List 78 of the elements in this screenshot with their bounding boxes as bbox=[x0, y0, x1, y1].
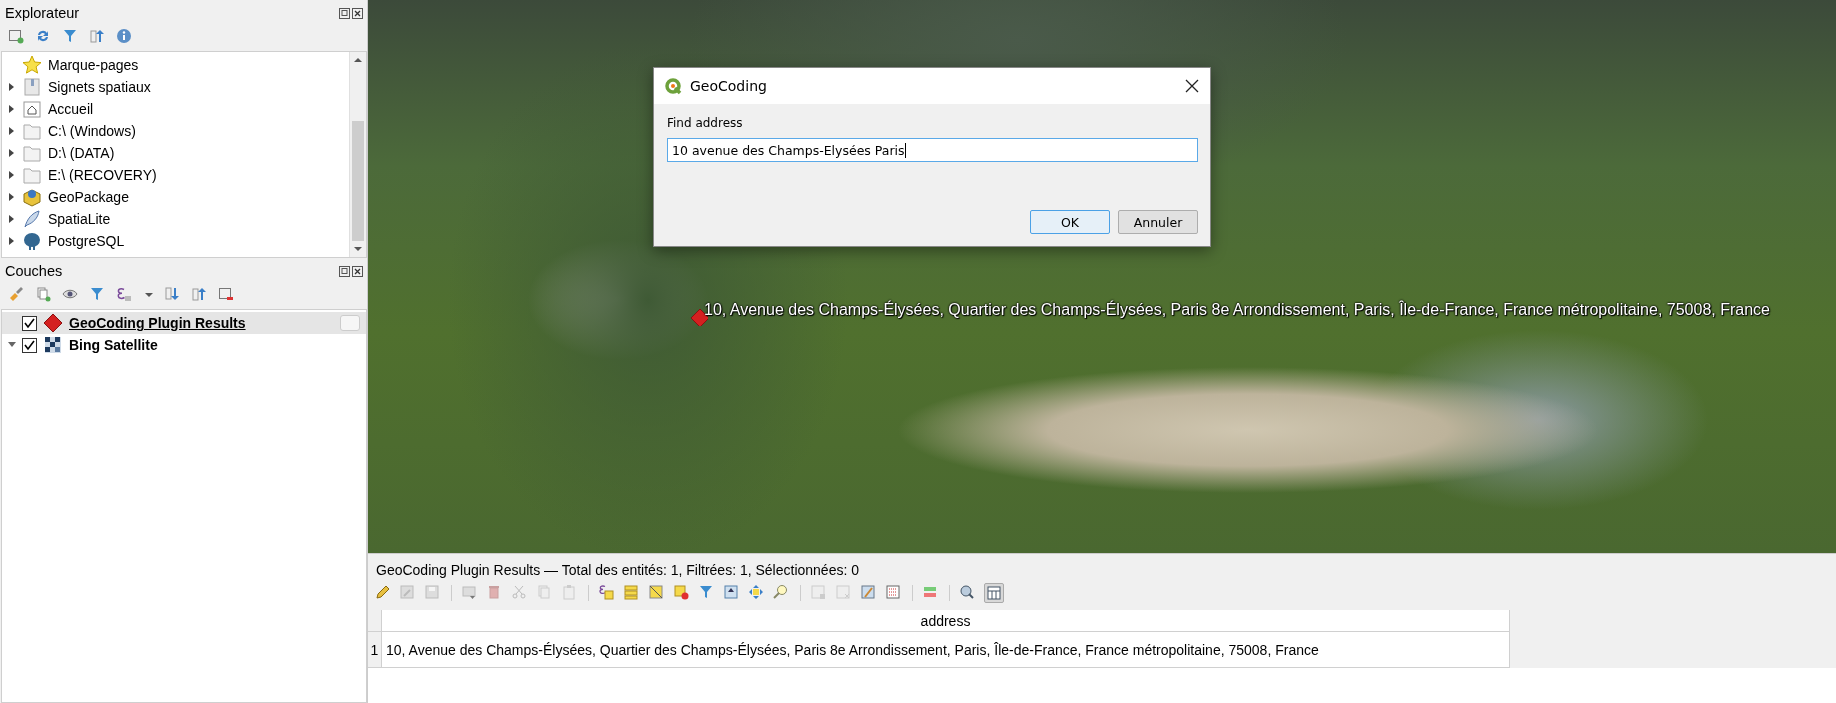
layer-checkbox[interactable] bbox=[22, 315, 37, 331]
layer-row[interactable]: GeoCoding Plugin Results bbox=[2, 312, 366, 334]
raster-icon bbox=[43, 335, 63, 355]
database-box-icon bbox=[22, 187, 42, 207]
close-icon[interactable] bbox=[1184, 78, 1200, 94]
dialog-button[interactable]: Annuler bbox=[1118, 210, 1198, 234]
expand-arrow-icon[interactable] bbox=[8, 104, 16, 114]
browser-item[interactable]: Marque-pages bbox=[48, 57, 139, 73]
add-icon[interactable] bbox=[8, 28, 26, 46]
folder-icon bbox=[22, 121, 42, 141]
layer-row[interactable]: Bing Satellite bbox=[2, 334, 366, 356]
panel-title: Explorateur bbox=[5, 5, 80, 21]
layer-name: GeoCoding Plugin Results bbox=[69, 315, 246, 331]
star-icon bbox=[22, 55, 42, 75]
expand-arrow-icon[interactable] bbox=[8, 236, 16, 246]
scrollbar[interactable] bbox=[349, 52, 366, 257]
select-all-icon[interactable] bbox=[623, 584, 641, 602]
layer-name: Bing Satellite bbox=[69, 337, 158, 353]
browser-item[interactable]: Accueil bbox=[48, 101, 94, 117]
close-icon[interactable] bbox=[352, 265, 363, 277]
move-top-icon[interactable] bbox=[723, 584, 741, 602]
brush-icon[interactable] bbox=[8, 286, 26, 304]
epsilon-icon[interactable] bbox=[116, 286, 134, 304]
browser-item[interactable]: C:\ (Windows) bbox=[48, 123, 136, 139]
layer-checkbox[interactable] bbox=[22, 337, 37, 353]
float-icon[interactable] bbox=[339, 7, 350, 19]
panel-title: Couches bbox=[5, 263, 63, 279]
table-cell: 10, Avenue des Champs-Élysées, Quartier des Champs-Élysées, Paris 8e Arrondissement, Paris, Île-de-France, France métropolitaine, 75008, France bbox=[382, 632, 1510, 668]
expand-arrow-icon[interactable] bbox=[8, 170, 16, 180]
new-field-icon[interactable] bbox=[810, 584, 828, 602]
deselect-icon[interactable] bbox=[673, 584, 691, 602]
info-icon[interactable] bbox=[116, 28, 134, 46]
table-view-icon bbox=[986, 585, 1002, 601]
expand-arrow-icon[interactable] bbox=[8, 214, 16, 224]
dialog-button[interactable]: OK bbox=[1030, 210, 1110, 234]
float-icon[interactable] bbox=[339, 265, 350, 277]
expand-arrow-icon[interactable] bbox=[8, 148, 16, 158]
invert-selection-icon[interactable] bbox=[648, 584, 666, 602]
feather-icon bbox=[22, 209, 42, 229]
add-row-icon[interactable] bbox=[461, 584, 479, 602]
field-calculator-icon[interactable] bbox=[860, 584, 878, 602]
map-label: 10, Avenue des Champs-Élysées, Quartier des Champs-Élysées, Paris 8e Arrondissement, Paris, Île-de-France, France métropolitaine, 75008, France bbox=[704, 301, 1770, 319]
diamond-icon bbox=[43, 313, 63, 333]
check-icon bbox=[24, 339, 35, 351]
browser-item[interactable]: D:\ (DATA) bbox=[48, 145, 115, 161]
browser-item[interactable]: GeoPackage bbox=[48, 189, 129, 205]
check-icon bbox=[24, 317, 35, 329]
scroll-down-icon[interactable] bbox=[354, 246, 362, 252]
folder-icon bbox=[22, 143, 42, 163]
field-label: Find address bbox=[667, 116, 744, 130]
layer-group-icon[interactable] bbox=[35, 286, 53, 304]
collapse-icon[interactable] bbox=[89, 28, 107, 46]
expand-arrow-icon[interactable] bbox=[8, 82, 16, 92]
expand-arrow-icon[interactable] bbox=[8, 126, 16, 136]
select-expression-icon[interactable] bbox=[598, 584, 616, 602]
elephant-icon bbox=[22, 231, 42, 251]
home-folder-icon bbox=[22, 99, 42, 119]
scroll-up-icon[interactable] bbox=[354, 57, 362, 63]
browser-item[interactable]: SpatiaLite bbox=[48, 211, 111, 227]
pencil-icon[interactable] bbox=[374, 584, 392, 602]
folder-icon bbox=[22, 165, 42, 185]
calculator-icon[interactable] bbox=[885, 584, 903, 602]
q-logo-icon bbox=[664, 77, 682, 95]
collapse-icon[interactable] bbox=[191, 286, 209, 304]
pan-icon[interactable] bbox=[748, 584, 766, 602]
expand-arrow-icon[interactable] bbox=[8, 192, 16, 202]
close-icon[interactable] bbox=[352, 7, 363, 19]
column-header[interactable]: address bbox=[382, 610, 1510, 632]
bookmark-icon bbox=[22, 77, 42, 97]
browser-item[interactable]: E:\ (RECOVERY) bbox=[48, 167, 157, 183]
row-number: 1 bbox=[368, 632, 382, 668]
dialog-title: GeoCoding bbox=[690, 78, 768, 94]
table-view-button[interactable] bbox=[984, 583, 1004, 603]
delete-field-icon[interactable] bbox=[835, 584, 853, 602]
address-field[interactable]: 10 avenue des Champs-Elysées Paris bbox=[667, 138, 1198, 162]
browser-item[interactable]: Signets spatiaux bbox=[48, 79, 151, 95]
table-title: GeoCoding Plugin Results — Total des entités: 1, Filtrées: 1, Sélectionnées: 0 bbox=[375, 561, 860, 580]
browser-item[interactable]: PostgreSQL bbox=[48, 233, 125, 249]
